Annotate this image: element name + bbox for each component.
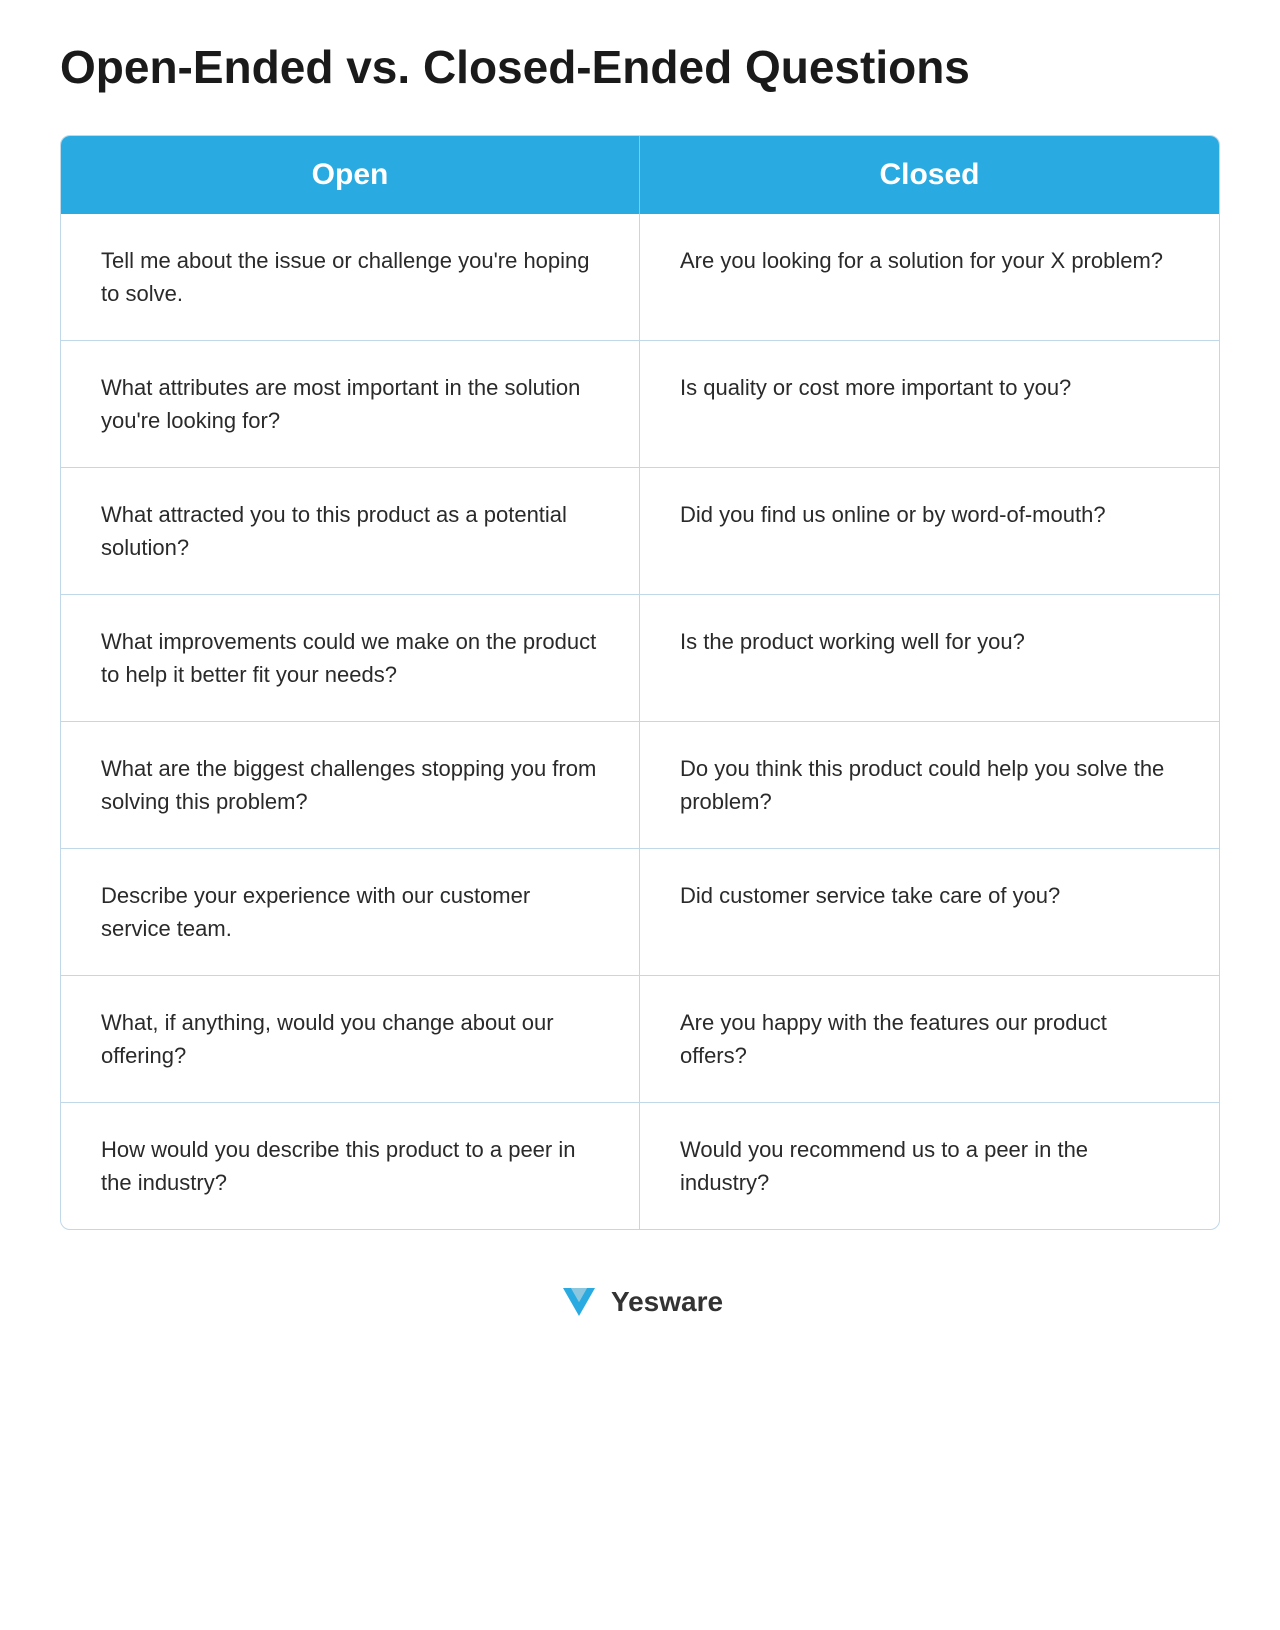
open-cell-6: What, if anything, would you change abou… <box>61 976 640 1102</box>
table-row: What are the biggest challenges stopping… <box>61 722 1219 849</box>
table-row: What attracted you to this product as a … <box>61 468 1219 595</box>
open-header: Open <box>61 136 640 214</box>
closed-cell-3: Is the product working well for you? <box>640 595 1219 721</box>
closed-header: Closed <box>640 136 1219 214</box>
comparison-table: Open Closed Tell me about the issue or c… <box>60 135 1220 1230</box>
open-cell-3: What improvements could we make on the p… <box>61 595 640 721</box>
closed-cell-5: Did customer service take care of you? <box>640 849 1219 975</box>
footer: Yesware <box>557 1280 723 1324</box>
open-cell-7: How would you describe this product to a… <box>61 1103 640 1229</box>
open-cell-2: What attracted you to this product as a … <box>61 468 640 594</box>
table-row: What attributes are most important in th… <box>61 341 1219 468</box>
brand-name: Yesware <box>611 1286 723 1318</box>
open-cell-1: What attributes are most important in th… <box>61 341 640 467</box>
page-title: Open-Ended vs. Closed-Ended Questions <box>60 40 1220 95</box>
yesware-logo: Yesware <box>557 1280 723 1324</box>
closed-cell-6: Are you happy with the features our prod… <box>640 976 1219 1102</box>
open-cell-4: What are the biggest challenges stopping… <box>61 722 640 848</box>
yesware-icon <box>557 1280 601 1324</box>
table-row: Describe your experience with our custom… <box>61 849 1219 976</box>
closed-cell-2: Did you find us online or by word-of-mou… <box>640 468 1219 594</box>
table-row: What improvements could we make on the p… <box>61 595 1219 722</box>
table-row: Tell me about the issue or challenge you… <box>61 214 1219 341</box>
closed-cell-4: Do you think this product could help you… <box>640 722 1219 848</box>
table-row: What, if anything, would you change abou… <box>61 976 1219 1103</box>
closed-cell-0: Are you looking for a solution for your … <box>640 214 1219 340</box>
table-header: Open Closed <box>61 136 1219 214</box>
table-body: Tell me about the issue or challenge you… <box>61 214 1219 1229</box>
table-row: How would you describe this product to a… <box>61 1103 1219 1229</box>
closed-cell-1: Is quality or cost more important to you… <box>640 341 1219 467</box>
open-cell-5: Describe your experience with our custom… <box>61 849 640 975</box>
open-cell-0: Tell me about the issue or challenge you… <box>61 214 640 340</box>
closed-cell-7: Would you recommend us to a peer in the … <box>640 1103 1219 1229</box>
page-container: Open-Ended vs. Closed-Ended Questions Op… <box>60 40 1220 1324</box>
